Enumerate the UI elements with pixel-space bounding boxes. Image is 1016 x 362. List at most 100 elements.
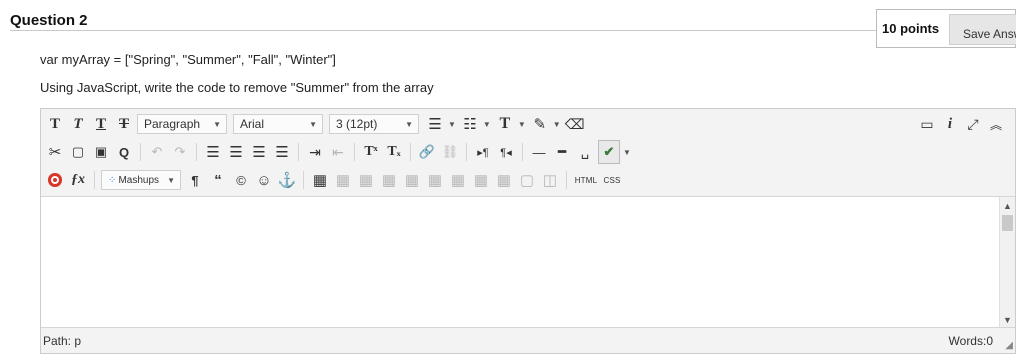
clear-formatting-button[interactable]: ⌫ [565, 113, 585, 135]
save-answer-button[interactable]: Save Answer [949, 14, 1016, 45]
paragraph-format-select[interactable]: Paragraph ▼ [137, 114, 227, 134]
horizontal-rule-button[interactable]: — [529, 141, 549, 163]
mashups-select[interactable]: ⁘ Mashups ▼ [101, 170, 181, 190]
text-color-icon: T [499, 115, 511, 132]
paste-button[interactable]: ▣ [91, 141, 111, 163]
table-row-before-button[interactable]: ▦ [333, 169, 353, 191]
paragraph-mark-button[interactable]: ¶ [185, 169, 205, 191]
toolbar-divider [94, 171, 95, 189]
word-count: Words:0 [948, 334, 993, 348]
insert-table-button[interactable]: ▦ [310, 169, 330, 191]
chevron-down-icon: ▼ [213, 119, 221, 129]
outdent-button[interactable]: ⇤ [328, 141, 348, 163]
font-family-select[interactable]: Arial ▼ [233, 114, 323, 134]
table-row-after-button[interactable]: ▦ [356, 169, 376, 191]
rtl-button[interactable]: ¶◂ [496, 141, 516, 163]
expand-icon: ⤢ [967, 115, 979, 132]
css-button[interactable]: CSS [602, 169, 622, 191]
toolbar-divider [410, 143, 411, 161]
align-left-button[interactable]: ☰ [203, 141, 223, 163]
mashups-icon: ⁘ [108, 174, 117, 186]
ltr-button[interactable]: ▸¶ [473, 141, 493, 163]
record-button[interactable] [45, 169, 65, 191]
text-color-button[interactable]: T [495, 113, 515, 135]
chevron-down-icon[interactable]: ▼ [483, 120, 491, 129]
table-row-before-icon: ▦ [335, 172, 351, 189]
table-icon: ▦ [312, 172, 328, 189]
thick-rule-button[interactable]: ━ [552, 141, 572, 163]
quote-icon: “ [214, 171, 222, 189]
table-split-button[interactable]: ▦ [494, 169, 514, 191]
scroll-up-icon[interactable]: ▲ [1000, 199, 1015, 213]
chevron-down-icon: ▼ [405, 119, 413, 129]
spellcheck-button[interactable]: ✔ [598, 140, 620, 164]
superscript-button[interactable]: Tˣ [361, 141, 381, 163]
toolbar-divider [522, 143, 523, 161]
redo-button[interactable]: ↷ [170, 141, 190, 163]
table-merge-button[interactable]: ▦ [471, 169, 491, 191]
question-title: Question 2 [10, 12, 88, 29]
subscript-button[interactable]: Tₓ [384, 141, 404, 163]
link-icon: 🔗 [418, 144, 436, 159]
chevron-down-icon[interactable]: ▼ [623, 148, 631, 157]
chevron-down-icon[interactable]: ▼ [518, 120, 526, 129]
html-icon: HTML [574, 175, 598, 185]
info-button[interactable]: i [940, 113, 960, 135]
table-col-after-button[interactable]: ▦ [425, 169, 445, 191]
paste-icon: ▣ [94, 144, 108, 159]
align-center-button[interactable]: ☰ [226, 141, 246, 163]
table-delete-row-button[interactable]: ▦ [379, 169, 399, 191]
cut-button[interactable]: ✂ [45, 141, 65, 163]
bullet-list-button[interactable]: ☰ [425, 113, 445, 135]
justify-button[interactable]: ☰ [272, 141, 292, 163]
editor-toolbar: T T T T Paragraph ▼ Arial ▼ 3 (12pt) ▼ ☰ ▼ … [41, 109, 1015, 197]
highlight-button[interactable]: ✎ [530, 113, 550, 135]
anchor-button[interactable]: ⚓ [277, 169, 297, 191]
find-button[interactable]: Q [114, 141, 134, 163]
scroll-down-icon[interactable]: ▼ [1000, 313, 1015, 327]
rtl-icon: ¶◂ [500, 146, 512, 159]
undo-button[interactable]: ↶ [147, 141, 167, 163]
scroll-thumb[interactable] [1002, 215, 1013, 231]
strikethrough-icon: T [118, 115, 129, 132]
table-merge-icon: ▦ [473, 172, 489, 189]
nonbreaking-space-button[interactable]: ␣ [575, 141, 595, 163]
eraser-icon: ⌫ [564, 115, 585, 132]
toolbar-row-2: ✂ ▢ ▣ Q ↶ ↷ ☰ ☰ ☰ ☰ ⇥ ⇤ Tˣ Tₓ 🔗 ⛓ ▸¶ ¶◂ … [45, 140, 635, 164]
resize-grip-icon[interactable]: ◢ [1005, 340, 1013, 351]
special-char-button[interactable]: © [231, 169, 251, 191]
align-right-button[interactable]: ☰ [249, 141, 269, 163]
strikethrough-button[interactable]: T [114, 113, 134, 135]
bold-button[interactable]: T [45, 113, 65, 135]
toolbar-row-3: ƒx ⁘ Mashups ▼ ¶ “ © ☺ ⚓ ▦ ▦ ▦ ▦ ▦ ▦ ▦ ▦… [45, 168, 625, 192]
table-props-button[interactable]: ◫ [540, 169, 560, 191]
preview-button[interactable]: ▭ [917, 113, 937, 135]
indent-button[interactable]: ⇥ [305, 141, 325, 163]
copy-icon: ▢ [71, 144, 85, 159]
editor-status-bar: Path: p Words:0 ◢ [41, 327, 1015, 353]
chevron-down-icon[interactable]: ▼ [553, 120, 561, 129]
question-code-line: var myArray = ["Spring", "Summer", "Fall… [40, 52, 336, 67]
font-size-select[interactable]: 3 (12pt) ▼ [329, 114, 419, 134]
anchor-icon: ⚓ [277, 172, 297, 189]
numbered-list-button[interactable]: ☷ [460, 113, 480, 135]
insert-link-button[interactable]: 🔗 [417, 141, 437, 163]
fullscreen-button[interactable]: ⤢ [963, 113, 983, 135]
copy-button[interactable]: ▢ [68, 141, 88, 163]
math-editor-button[interactable]: ƒx [68, 169, 88, 191]
table-delete-col-button[interactable]: ▦ [448, 169, 468, 191]
blockquote-button[interactable]: “ [208, 169, 228, 191]
italic-button[interactable]: T [68, 113, 88, 135]
table-cell-props-button[interactable]: ▢ [517, 169, 537, 191]
info-icon: i [947, 115, 953, 132]
editor-scrollbar[interactable]: ▲ ▼ [999, 197, 1015, 329]
chevron-down-icon[interactable]: ▼ [448, 120, 456, 129]
editor-content-area[interactable] [41, 197, 1000, 329]
html-source-button[interactable]: HTML [573, 169, 599, 191]
underline-button[interactable]: T [91, 113, 111, 135]
table-col-before-button[interactable]: ▦ [402, 169, 422, 191]
unlink-button[interactable]: ⛓ [440, 141, 460, 163]
emoticon-button[interactable]: ☺ [254, 169, 274, 191]
toolbar-row-1: T T T T Paragraph ▼ Arial ▼ 3 (12pt) ▼ ☰ ▼ … [45, 112, 588, 136]
collapse-toolbar-button[interactable]: ︽ [986, 113, 1006, 135]
